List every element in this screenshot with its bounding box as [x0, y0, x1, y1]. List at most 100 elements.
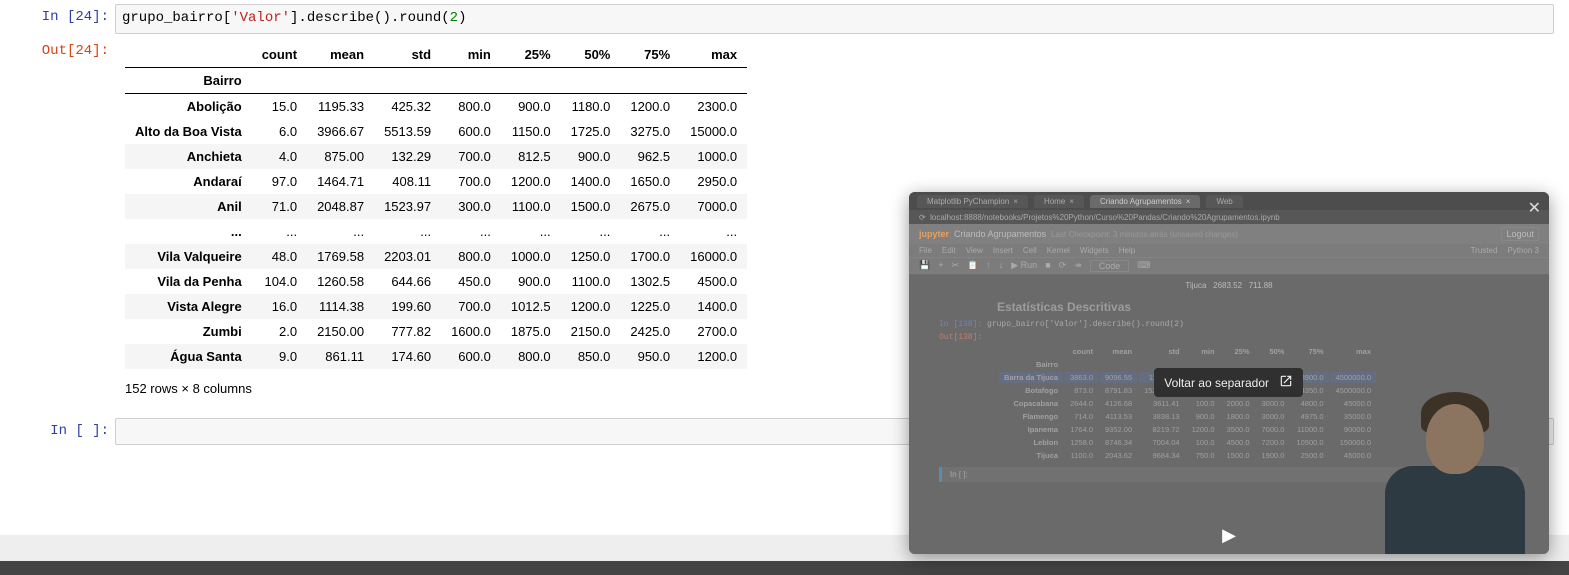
cell-value: 1180.0: [561, 93, 621, 119]
cell-value: 777.82: [374, 319, 441, 344]
col-std: std: [374, 42, 441, 68]
cell-value: 2425.0: [620, 319, 680, 344]
cell-value: 16000.0: [680, 244, 747, 269]
table-row: Vista Alegre16.01114.38199.60700.01012.5…: [125, 294, 747, 319]
table-header-row: count mean std min 25% 50% 75% max: [125, 42, 747, 68]
cell-value: 900.0: [561, 144, 621, 169]
pip-menu-file[interactable]: File: [919, 246, 932, 255]
table-row: ...........................: [125, 219, 747, 244]
cell-value: 15.0: [252, 93, 307, 119]
col-mean: mean: [307, 42, 374, 68]
down-icon[interactable]: ↓: [999, 260, 1004, 272]
pip-tab[interactable]: Web: [1206, 195, 1242, 208]
pip-address-bar[interactable]: ⟳ localhost:8888/notebooks/Projetos%20Py…: [909, 210, 1549, 224]
restart-icon[interactable]: ⟳: [1059, 260, 1067, 272]
cell-value: 16.0: [252, 294, 307, 319]
cell-value: 2048.87: [307, 194, 374, 219]
pip-menu-bar: File Edit View Insert Cell Kernel Widget…: [909, 244, 1549, 257]
cell-value: 861.11: [307, 344, 374, 369]
copy-icon[interactable]: 📋: [967, 260, 978, 272]
cell-value: ...: [620, 219, 680, 244]
cell-value: 4500.0: [680, 269, 747, 294]
cell-value: 4.0: [252, 144, 307, 169]
cell-value: 850.0: [561, 344, 621, 369]
cell-value: 2700.0: [680, 319, 747, 344]
pip-logout-button[interactable]: Logout: [1501, 227, 1539, 241]
fastforward-icon[interactable]: ↠: [1074, 260, 1082, 272]
pip-close-icon[interactable]: ✕: [1528, 198, 1541, 218]
cell-value: 1150.0: [501, 119, 561, 144]
table-row: Anchieta4.0875.00132.29700.0812.5900.096…: [125, 144, 747, 169]
celltype-select[interactable]: Code: [1090, 260, 1130, 272]
pip-video-overlay[interactable]: Matplotlib PyChampion× Home× Criando Agr…: [909, 192, 1549, 554]
row-index: Anil: [125, 194, 252, 219]
pip-tab-active[interactable]: Criando Agrupamentos×: [1090, 195, 1201, 208]
cell-value: 2.0: [252, 319, 307, 344]
cell-value: 1650.0: [620, 169, 680, 194]
open-in-tab-icon[interactable]: [1279, 374, 1293, 391]
jupyter-logo: jupyter: [919, 229, 949, 239]
cell-value: 3275.0: [620, 119, 680, 144]
pip-tab[interactable]: Matplotlib PyChampion×: [917, 195, 1028, 208]
pip-table-row: Copacabana2644.04126.683611.41100.02000.…: [999, 398, 1376, 409]
save-icon[interactable]: 💾: [919, 260, 930, 272]
up-icon[interactable]: ↑: [986, 260, 991, 272]
cell-value: 1000.0: [680, 144, 747, 169]
run-button[interactable]: ▶ Run: [1011, 260, 1037, 272]
pip-menu-cell[interactable]: Cell: [1023, 246, 1037, 255]
index-name-row: Bairro: [125, 67, 747, 93]
cell-value: 1114.38: [307, 294, 374, 319]
pip-tab[interactable]: Home×: [1034, 195, 1084, 208]
cell-value: ...: [561, 219, 621, 244]
cell-value: 2950.0: [680, 169, 747, 194]
cell-value: 7000.0: [680, 194, 747, 219]
keyboard-icon[interactable]: ⌨: [1137, 260, 1150, 272]
cell-value: ...: [501, 219, 561, 244]
row-index: Abolição: [125, 93, 252, 119]
cell-value: 1725.0: [561, 119, 621, 144]
pip-menu-kernel[interactable]: Kernel: [1047, 246, 1070, 255]
code-input[interactable]: grupo_bairro['Valor'].describe().round(2…: [115, 4, 1554, 34]
cell-value: 2675.0: [620, 194, 680, 219]
col-75: 75%: [620, 42, 680, 68]
row-index: Alto da Boa Vista: [125, 119, 252, 144]
pip-play-icon[interactable]: ▶: [1222, 525, 1236, 546]
cell-value: 950.0: [620, 344, 680, 369]
pip-menu-view[interactable]: View: [966, 246, 983, 255]
pip-menu-insert[interactable]: Insert: [993, 246, 1013, 255]
cell-value: 104.0: [252, 269, 307, 294]
describe-table: count mean std min 25% 50% 75% max Bairr…: [125, 42, 747, 369]
cell-value: 1875.0: [501, 319, 561, 344]
pip-table-row: Ipanema1764.09352.008219.721200.03500.07…: [999, 424, 1376, 435]
output-prompt: Out[24]:: [15, 38, 115, 404]
code-cell-24: In [24]: grupo_bairro['Valor'].describe(…: [15, 4, 1554, 34]
pip-toolbar: 💾 + ✂ 📋 ↑ ↓ ▶ Run ■ ⟳ ↠ Code ⌨: [909, 257, 1549, 275]
cell-value: 812.5: [501, 144, 561, 169]
cell-value: 1200.0: [620, 93, 680, 119]
pip-menu-edit[interactable]: Edit: [942, 246, 956, 255]
cell-value: 450.0: [441, 269, 501, 294]
pip-trusted: Trusted: [1471, 246, 1498, 255]
cell-value: 1260.58: [307, 269, 374, 294]
cell-value: 2150.0: [561, 319, 621, 344]
add-icon[interactable]: +: [938, 260, 943, 272]
cell-value: 600.0: [441, 344, 501, 369]
cell-value: 300.0: [441, 194, 501, 219]
cut-icon[interactable]: ✂: [951, 260, 959, 272]
cell-value: ...: [374, 219, 441, 244]
cell-value: ...: [252, 219, 307, 244]
row-index: Vila Valqueire: [125, 244, 252, 269]
pip-mini-code: grupo_bairro['Valor'].describe().round(2…: [987, 320, 1184, 329]
cell-value: 800.0: [501, 344, 561, 369]
cell-value: 1400.0: [561, 169, 621, 194]
cell-value: 1200.0: [680, 344, 747, 369]
stop-icon[interactable]: ■: [1045, 260, 1050, 272]
pip-menu-help[interactable]: Help: [1119, 246, 1135, 255]
table-row: Água Santa9.0861.11174.60600.0800.0850.0…: [125, 344, 747, 369]
pip-tooltip[interactable]: Voltar ao separador: [1154, 368, 1303, 397]
pip-table-row: Flamengo714.04113.533838.13900.01800.030…: [999, 411, 1376, 422]
pip-table-row: Leblon1258.08746.347004.04100.04500.0720…: [999, 437, 1376, 448]
cell-value: 1100.0: [561, 269, 621, 294]
pip-menu-widgets[interactable]: Widgets: [1080, 246, 1109, 255]
pip-notebook-title: Criando Agrupamentos: [954, 229, 1046, 239]
